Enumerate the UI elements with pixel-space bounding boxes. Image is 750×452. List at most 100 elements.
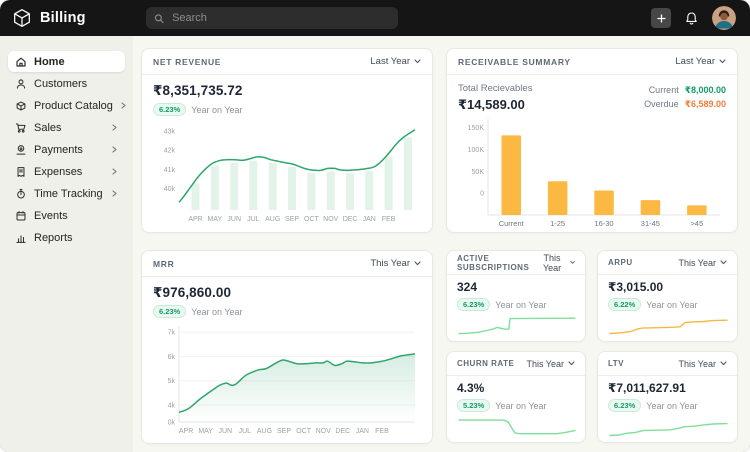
sidebar-item-label: Home: [34, 56, 118, 68]
net-revenue-period-dropdown[interactable]: Last Year: [370, 56, 421, 67]
period-label: This Year: [678, 258, 716, 268]
card-title: LTV: [608, 359, 624, 368]
active-subscriptions-value: 324: [457, 280, 575, 294]
churn-rate-card: CHURN RATE This Year 4.3% 5.23% Year on …: [446, 351, 586, 443]
net-revenue-value: ₹8,351,735.72: [153, 83, 421, 99]
chevron-down-icon: [720, 260, 727, 265]
sidebar-item-home[interactable]: Home: [8, 51, 125, 72]
chevron-down-icon: [719, 59, 726, 64]
chevron-down-icon: [720, 361, 727, 366]
svg-text:AUG: AUG: [257, 428, 272, 435]
expenses-icon: [15, 166, 27, 178]
svg-text:100K: 100K: [468, 147, 485, 154]
receivable-aging-chart: 150K100K50K0Current1-2516-3031-45>45: [458, 115, 726, 229]
change-badge: 6.22%: [608, 298, 641, 311]
product-catalog-icon: [15, 100, 27, 112]
bell-icon: [684, 11, 699, 26]
overdue-label: Overdue: [644, 97, 679, 111]
period-label: This Year: [370, 258, 410, 269]
card-header: ARPU This Year: [598, 251, 737, 275]
ltv-value: ₹7,011,627.91: [608, 381, 727, 395]
svg-text:0: 0: [480, 191, 484, 198]
svg-text:50K: 50K: [472, 169, 485, 176]
change-badge: 6.23%: [153, 305, 186, 318]
card-title: RECEIVABLE SUMMARY: [458, 57, 571, 67]
change-label: Year on Year: [191, 105, 242, 115]
sidebar-item-payments[interactable]: Payments: [8, 139, 125, 160]
svg-text:31-45: 31-45: [641, 219, 660, 228]
mrr-value: ₹976,860.00: [153, 285, 421, 301]
receivable-summary-card: RECEIVABLE SUMMARY Last Year Total Recie…: [446, 48, 738, 233]
sidebar-item-sales[interactable]: Sales: [8, 117, 125, 138]
sidebar-item-label: Reports: [34, 232, 118, 244]
total-receivables-value: ₹14,589.00: [458, 97, 532, 113]
card-body: ₹8,351,735.72 6.23% Year on Year 43k42k4…: [142, 75, 432, 224]
sidebar-item-events[interactable]: Events: [8, 205, 125, 226]
avatar-image: [712, 6, 736, 30]
customers-icon: [15, 78, 27, 90]
search-box[interactable]: [146, 7, 398, 29]
svg-text:JAN: JAN: [356, 428, 369, 435]
search-icon: [154, 13, 164, 24]
svg-text:43k: 43k: [164, 129, 176, 136]
change-label: Year on Year: [191, 307, 242, 317]
mrr-period-dropdown[interactable]: This Year: [370, 258, 421, 269]
time-tracking-icon: [15, 188, 27, 200]
svg-text:JAN: JAN: [363, 216, 376, 223]
search-input[interactable]: [170, 11, 390, 25]
svg-text:SEP: SEP: [285, 216, 299, 223]
sidebar-item-expenses[interactable]: Expenses: [8, 161, 125, 182]
billing-logo-icon: [12, 8, 32, 28]
sidebar-item-product-catalog[interactable]: Product Catalog: [8, 95, 125, 116]
sidebar-item-label: Expenses: [34, 166, 104, 178]
quick-create-button[interactable]: [651, 8, 671, 28]
svg-text:MAY: MAY: [198, 428, 213, 435]
card-header: RECEIVABLE SUMMARY Last Year: [447, 49, 737, 75]
sidebar-item-label: Sales: [34, 122, 104, 134]
card-header: MRR This Year: [142, 251, 432, 277]
card-body: 324 6.23% Year on Year: [447, 275, 585, 340]
change-row: 6.23% Year on Year: [153, 305, 421, 318]
card-header: NET REVENUE Last Year: [142, 49, 432, 75]
chevron-down-icon: [414, 261, 421, 266]
svg-text:5k: 5k: [168, 378, 176, 385]
sidebar-item-label: Product Catalog: [34, 100, 113, 112]
total-receivables: Total Recievables ₹14,589.00: [458, 83, 532, 113]
sidebar-item-label: Events: [34, 210, 118, 222]
brand: Billing: [12, 8, 86, 28]
sidebar-item-customers[interactable]: Customers: [8, 73, 125, 94]
svg-text:FEB: FEB: [375, 428, 389, 435]
mrr-chart: 7k6k5k4k0kAPRMAYJUNJULAUGSEPOCTNOVDECJAN…: [153, 320, 421, 436]
svg-text:42k: 42k: [164, 148, 176, 155]
home-icon: [15, 56, 27, 68]
net-revenue-chart: 43k42k41k40kAPRMAYJUNJULAUGSEPOCTNOVDECJ…: [153, 118, 421, 224]
svg-text:40k: 40k: [164, 186, 176, 193]
ltv-sparkline: [608, 415, 729, 441]
user-avatar[interactable]: [712, 6, 736, 30]
dashboard: NET REVENUE Last Year ₹8,351,735.72 6.23…: [133, 36, 750, 452]
chevron-right-icon: [111, 189, 118, 198]
overdue-row: Overdue ₹6,589.00: [644, 97, 726, 111]
svg-text:FEB: FEB: [382, 216, 396, 223]
arpu-period-dropdown[interactable]: This Year: [678, 258, 727, 268]
active-subscriptions-period-dropdown[interactable]: This Year: [538, 253, 575, 273]
churn-rate-period-dropdown[interactable]: This Year: [526, 359, 575, 369]
receivable-period-dropdown[interactable]: Last Year: [675, 56, 726, 67]
change-row: 6.22% Year on Year: [608, 298, 727, 311]
change-badge: 6.23%: [608, 399, 641, 412]
card-header: ACTIVE SUBSCRIPTIONS This Year: [447, 251, 585, 275]
period-label: This Year: [538, 253, 566, 273]
svg-text:JUL: JUL: [239, 428, 252, 435]
sidebar-item-time-tracking[interactable]: Time Tracking: [8, 183, 125, 204]
card-header: CHURN RATE This Year: [447, 352, 585, 376]
notifications-button[interactable]: [684, 11, 699, 26]
sidebar-item-label: Payments: [34, 144, 104, 156]
receivable-info: Total Recievables ₹14,589.00 Current ₹8,…: [447, 75, 737, 113]
total-receivables-label: Total Recievables: [458, 83, 532, 94]
svg-text:MAY: MAY: [208, 216, 223, 223]
svg-text:JUN: JUN: [227, 216, 241, 223]
svg-text:DEC: DEC: [343, 216, 358, 223]
sidebar-item-reports[interactable]: Reports: [8, 227, 125, 248]
svg-text:6k: 6k: [168, 354, 176, 361]
ltv-period-dropdown[interactable]: This Year: [678, 359, 727, 369]
